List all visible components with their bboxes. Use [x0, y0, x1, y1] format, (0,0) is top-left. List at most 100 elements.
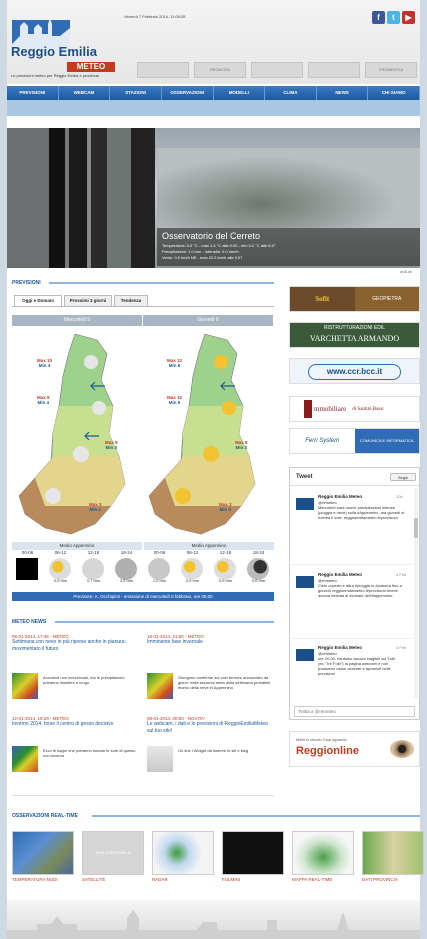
ad-varchetta[interactable]: RISTRUTTURAZIONI EDIL VARCHETTA ARMANDO [289, 322, 420, 348]
sponsor-logo[interactable] [251, 62, 303, 78]
nav-item-stazioni[interactable]: STAZIONI [110, 86, 162, 100]
news-thumbnail[interactable] [12, 673, 38, 699]
avatar[interactable] [296, 649, 314, 661]
obs-label[interactable]: SATELLITE [82, 877, 144, 883]
obs-label[interactable]: DATI PROVINCIA [362, 877, 424, 883]
obs-label[interactable]: MAPPA REAL-TIME [292, 877, 354, 883]
forecast-map-today[interactable] [15, 328, 145, 540]
news-thumbnail[interactable] [147, 673, 173, 699]
nav-item-clima[interactable]: CLIMA [265, 86, 317, 100]
webcam-stat: Vento: 0.0 km/h NE - max 22.5 km/h alle … [162, 255, 243, 260]
nav-item-news[interactable]: NEWS [317, 86, 369, 100]
avatar[interactable] [296, 576, 314, 588]
eye-icon [390, 740, 414, 758]
scrollbar-thumb[interactable] [414, 518, 418, 538]
tweet-compose-input[interactable]: Twitta a @remeteo [294, 706, 415, 717]
time-slot: 06-12 [54, 550, 67, 555]
precip-value: 0,0 mm [53, 578, 68, 583]
nav-item-previsioni[interactable]: PREVISIONI [7, 86, 59, 100]
temp-label: Max 12 Min 5 [167, 395, 183, 405]
youtube-icon[interactable]: ▶ [402, 11, 415, 24]
news-title[interactable]: Settimana con neve in più riprese anche … [12, 639, 140, 652]
obs-thumb-dati[interactable] [362, 831, 424, 875]
tagline: Le previsioni meteo per Reggio Emilia e … [11, 73, 99, 78]
facebook-icon[interactable]: f [372, 11, 385, 24]
ad-reggionline[interactable]: Metti in circolo il tuo sguardo Reggionl… [289, 731, 420, 767]
nav-item-chi-siamo[interactable]: CHI SIAMO [368, 86, 420, 100]
tab-oggi-domani[interactable]: Oggi e Domani [14, 295, 62, 306]
day-label: Mercoledì 5 [12, 315, 143, 326]
precip-value: 0,0 mm [218, 578, 233, 583]
logo-title[interactable]: Reggio Emilia [11, 44, 97, 59]
webcam-stat: Temperatura: 0.0 °C - max 1.4 °C alle 0.… [162, 243, 276, 248]
forecast-map-tomorrow[interactable] [145, 328, 275, 540]
webcam-title[interactable]: Osservatorio del Cerreto [162, 231, 260, 241]
time-slot: 12-18 [87, 550, 100, 555]
news-title[interactable]: Inverno 2014, forse il centro di gesso d… [12, 721, 140, 728]
time-slot: 06-12 [186, 550, 199, 555]
day-label: Giovedì 6 [143, 315, 274, 326]
news-item[interactable]: 06-01-2014, 17:46 - METEO Settimana con … [12, 634, 140, 652]
news-item[interactable]: 08-01-2014, 00:50 - NOVITA' Le webcam, i… [147, 716, 274, 734]
news-thumbnail[interactable] [12, 746, 38, 772]
page: Reggio Emilia METEO Le previsioni meteo … [7, 0, 424, 939]
time-slot: 12-18 [219, 550, 232, 555]
temp-label: Max 3 Min 0 [219, 502, 232, 512]
current-date: Venerdì 7 Febbraio 2014, 11:05:05 [124, 14, 186, 19]
section-divider [49, 282, 274, 284]
forecaster-bar: Previsore: A. Occhipinti - emissione di … [12, 592, 274, 601]
news-summary: Ecco le tappe che potranno mutare le sor… [43, 748, 136, 758]
ad-ferri-system[interactable]: Ferri System COMUNICA E INFORMATICA [289, 428, 420, 454]
temp-label: Max 10 Min 4 [37, 358, 53, 368]
follow-button[interactable]: Segui [390, 473, 416, 481]
temp-label: Max 8 Min 3 [235, 440, 248, 450]
news-title[interactable]: Imminente fase invernale [147, 639, 274, 646]
nav-item-osservazioni[interactable]: OSSERVAZIONI [162, 86, 214, 100]
obs-thumb-temperatura[interactable] [12, 831, 74, 875]
news-summary: Accumuli non eccezionali, ma le precipit… [43, 675, 125, 685]
section-divider [55, 621, 274, 623]
sponsor-logo[interactable] [137, 62, 189, 78]
news-thumbnail[interactable] [147, 746, 173, 772]
partly-cloudy-icon [181, 558, 203, 580]
zone-label: Medio Appennino [144, 542, 274, 550]
obs-thumb-radar[interactable] [152, 831, 214, 875]
news-item[interactable]: 12-01-2014, 19:29 - METEO Inverno 2014, … [12, 716, 140, 728]
obs-label[interactable]: RADAR [152, 877, 214, 883]
news-item[interactable]: 19-01-2014, 21:50 - METEO Imminente fase… [147, 634, 274, 646]
site-header: Reggio Emilia METEO Le previsioni meteo … [7, 0, 420, 84]
tab-tendenza[interactable]: Tendenza [114, 295, 148, 306]
partly-cloudy-icon [49, 558, 71, 580]
sponsor-logo[interactable] [308, 62, 360, 78]
main-nav: PREVISIONI WEBCAM STAZIONI OSSERVAZIONI … [7, 86, 420, 100]
night-icon [16, 558, 38, 580]
avatar[interactable] [296, 498, 314, 510]
sponsor-logo[interactable]: REDACON [194, 62, 246, 78]
ad-ccr[interactable]: www.ccr.bcc.it [289, 358, 420, 384]
webcam-stat: Precipitazioni: 1.0 mm - intensità: 0.0 … [162, 249, 239, 254]
ad-sofit[interactable]: Sofit GEOPIETRA [289, 286, 420, 312]
subnav-bar [7, 100, 420, 116]
temp-label: Max 8 Min 3 [105, 440, 118, 450]
sponsor-logo[interactable]: FROMEMTIA [365, 62, 417, 78]
ad-immobiliare[interactable]: mmobiliare di Santini Bassi [289, 396, 420, 422]
section-title-previsioni: PREVISIONI [12, 280, 41, 286]
webcam-hero[interactable]: Osservatorio del Cerreto Temperatura: 0.… [7, 128, 420, 268]
moon-cloud-icon [247, 558, 269, 580]
obs-label[interactable]: TEMPERATURA NUDI [12, 877, 74, 883]
nav-item-webcam[interactable]: WEBCAM [59, 86, 111, 100]
obs-thumb-satellite[interactable]: NON DISPONIBILE [82, 831, 144, 875]
obs-label[interactable]: FULMINI [222, 877, 284, 883]
webcam-image [157, 148, 420, 228]
obs-thumb-mappa[interactable] [292, 831, 354, 875]
twitter-icon[interactable]: t [387, 11, 400, 24]
news-title[interactable]: Le webcam, i dati e le previsioni di Reg… [147, 721, 274, 734]
precip-value: 0,7 mm [86, 578, 101, 583]
obs-thumb-fulmini[interactable] [222, 831, 284, 875]
nav-item-modelli[interactable]: MODELLI [214, 86, 266, 100]
time-slot: 18-24 [252, 550, 265, 555]
section-divider [92, 815, 420, 817]
webcam-thumbnails[interactable] [7, 128, 155, 268]
tab-prossimi-giorni[interactable]: Prossimi 3 giorni [64, 295, 112, 306]
precip-value: 3,3 mm [119, 578, 134, 583]
